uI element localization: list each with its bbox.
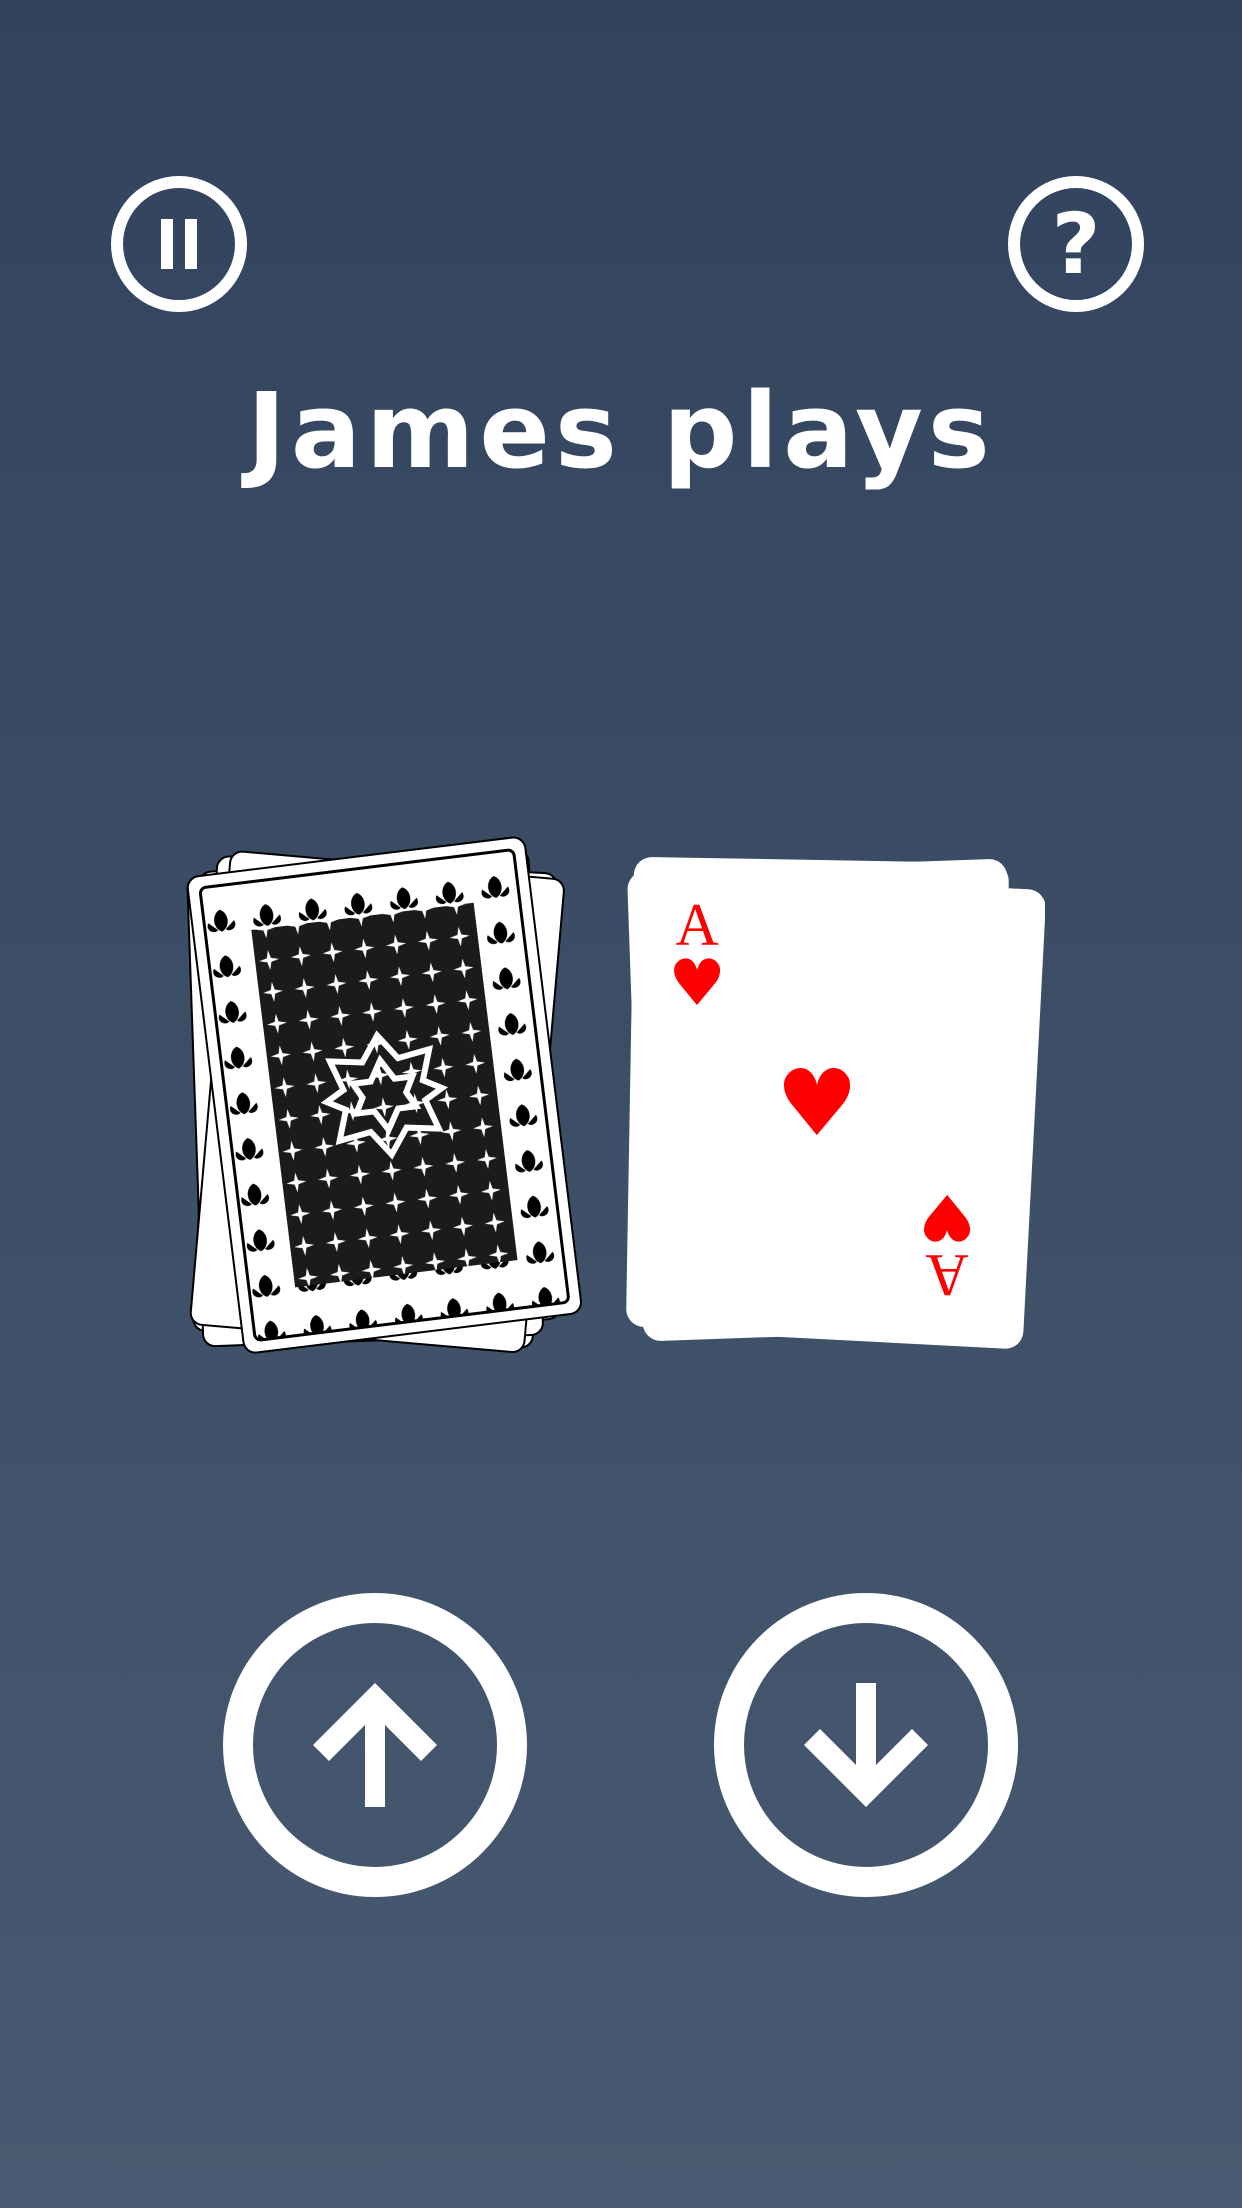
deck-top-card-back <box>186 836 582 1354</box>
arrow-up-icon <box>313 1683 437 1807</box>
lower-button[interactable] <box>714 1593 1018 1897</box>
higher-button[interactable] <box>223 1593 527 1897</box>
discard-pile: A ♥ ♥ A ♥ <box>615 845 1046 1365</box>
draw-deck[interactable] <box>175 835 595 1365</box>
pause-button[interactable] <box>111 176 247 312</box>
pause-icon <box>161 219 197 269</box>
help-button[interactable]: ? <box>1008 176 1144 312</box>
help-icon: ? <box>1051 195 1101 293</box>
turn-title: James plays <box>247 370 995 492</box>
heart-icon: ♥ <box>668 947 725 1021</box>
heart-icon: ♥ <box>776 1050 858 1157</box>
arrow-down-icon <box>804 1683 928 1807</box>
heart-icon: ♥ <box>918 1179 975 1253</box>
